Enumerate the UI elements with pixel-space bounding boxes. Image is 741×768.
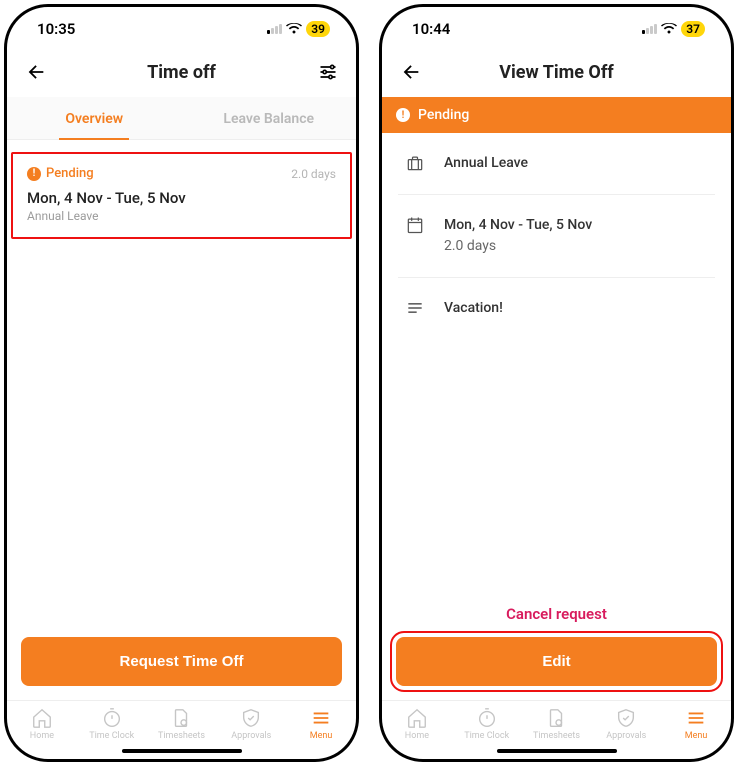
home-icon — [31, 707, 53, 729]
info-icon: ! — [396, 108, 410, 122]
back-button[interactable] — [25, 61, 53, 83]
phone-right: 10:44 37 View Time Off ! Pending Annual … — [379, 4, 734, 762]
stopwatch-icon — [476, 707, 498, 729]
footer: Edit — [382, 637, 731, 700]
nav-label: Time Clock — [464, 731, 509, 741]
nav-approvals[interactable]: Approvals — [216, 707, 286, 741]
nav-label: Home — [30, 731, 54, 741]
notes-icon — [404, 298, 426, 318]
cancel-request-button[interactable]: Cancel request — [382, 587, 731, 637]
status-indicators: 37 — [642, 21, 705, 37]
document-icon — [170, 707, 192, 729]
phone-left: 10:35 39 Time off Overview Leave Balance… — [4, 4, 359, 762]
nav-label: Menu — [685, 731, 708, 741]
nav-menu[interactable]: Menu — [286, 707, 356, 741]
time-off-card[interactable]: ! Pending 2.0 days Mon, 4 Nov - Tue, 5 N… — [11, 152, 352, 239]
days-text: 2.0 days — [291, 167, 336, 181]
home-indicator — [497, 749, 617, 753]
content-area: Annual Leave Mon, 4 Nov - Tue, 5 Nov 2.0… — [382, 133, 731, 587]
tab-leave-balance[interactable]: Leave Balance — [182, 97, 357, 139]
detail-list: Annual Leave Mon, 4 Nov - Tue, 5 Nov 2.0… — [382, 133, 731, 339]
back-button[interactable] — [400, 61, 428, 83]
nav-time-clock[interactable]: Time Clock — [77, 707, 147, 741]
stopwatch-icon — [101, 707, 123, 729]
status-badge: ! Pending — [27, 166, 94, 181]
status-bar: 10:44 37 — [382, 7, 731, 51]
wifi-icon — [661, 23, 677, 35]
status-banner: ! Pending — [382, 97, 731, 133]
nav-label: Approvals — [606, 731, 646, 741]
footer: Request Time Off — [7, 637, 356, 700]
content-area: ! Pending 2.0 days Mon, 4 Nov - Tue, 5 N… — [7, 140, 356, 637]
page-header: Time off — [7, 51, 356, 97]
detail-dates: Mon, 4 Nov - Tue, 5 Nov 2.0 days — [398, 195, 715, 278]
nav-time-clock[interactable]: Time Clock — [452, 707, 522, 741]
date-range: Mon, 4 Nov - Tue, 5 Nov — [27, 189, 336, 207]
nav-label: Home — [405, 731, 429, 741]
nav-label: Time Clock — [89, 731, 134, 741]
battery-indicator: 37 — [681, 21, 705, 37]
nav-menu[interactable]: Menu — [661, 707, 731, 741]
detail-dates-text: Mon, 4 Nov - Tue, 5 Nov 2.0 days — [444, 215, 592, 257]
tab-overview[interactable]: Overview — [7, 97, 182, 139]
page-title: View Time Off — [499, 62, 613, 83]
wifi-icon — [286, 23, 302, 35]
back-arrow-icon — [400, 61, 422, 83]
home-icon — [406, 707, 428, 729]
detail-note-text: Vacation! — [444, 298, 503, 319]
back-arrow-icon — [25, 61, 47, 83]
calendar-icon — [404, 215, 426, 235]
detail-days-text: 2.0 days — [444, 236, 592, 257]
detail-note: Vacation! — [398, 278, 715, 339]
nav-label: Timesheets — [158, 731, 205, 741]
status-indicators: 39 — [267, 21, 330, 37]
cellular-icon — [267, 24, 282, 34]
leave-type: Annual Leave — [27, 209, 336, 223]
sliders-icon — [318, 62, 338, 82]
status-text: Pending — [46, 166, 94, 181]
detail-type: Annual Leave — [398, 133, 715, 195]
nav-home[interactable]: Home — [7, 707, 77, 741]
cellular-icon — [642, 24, 657, 34]
nav-label: Menu — [310, 731, 333, 741]
suitcase-icon — [404, 153, 426, 173]
nav-approvals[interactable]: Approvals — [591, 707, 661, 741]
page-title: Time off — [147, 62, 216, 83]
status-time: 10:44 — [412, 20, 450, 38]
battery-indicator: 39 — [306, 21, 330, 37]
edit-button[interactable]: Edit — [396, 637, 717, 686]
menu-icon — [310, 707, 332, 729]
shield-check-icon — [240, 707, 262, 729]
shield-check-icon — [615, 707, 637, 729]
menu-icon — [685, 707, 707, 729]
nav-label: Timesheets — [533, 731, 580, 741]
nav-label: Approvals — [231, 731, 271, 741]
detail-type-text: Annual Leave — [444, 153, 528, 174]
status-time: 10:35 — [37, 20, 75, 38]
info-icon: ! — [27, 167, 41, 181]
page-header: View Time Off — [382, 51, 731, 97]
document-icon — [545, 707, 567, 729]
filter-button[interactable] — [310, 62, 338, 82]
request-time-off-button[interactable]: Request Time Off — [21, 637, 342, 686]
nav-timesheets[interactable]: Timesheets — [147, 707, 217, 741]
banner-text: Pending — [418, 107, 469, 123]
nav-timesheets[interactable]: Timesheets — [522, 707, 592, 741]
tabs: Overview Leave Balance — [7, 97, 356, 140]
home-indicator — [122, 749, 242, 753]
status-bar: 10:35 39 — [7, 7, 356, 51]
nav-home[interactable]: Home — [382, 707, 452, 741]
